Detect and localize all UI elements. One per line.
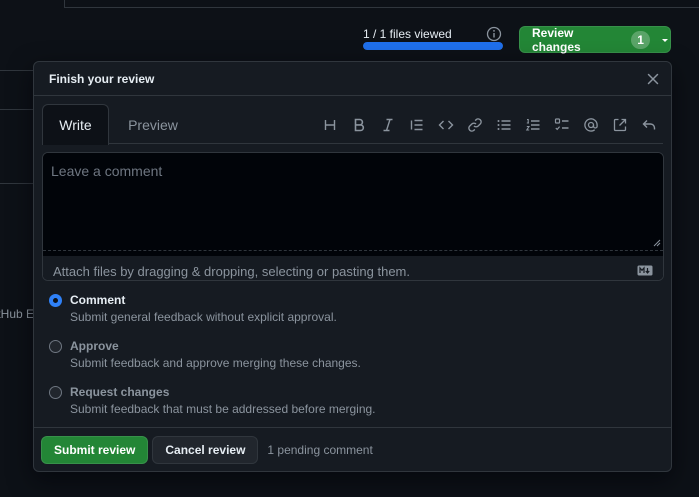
saved-reply-icon[interactable] bbox=[634, 116, 663, 134]
files-viewed-progress-fill bbox=[363, 42, 503, 50]
files-viewed-progress bbox=[363, 42, 503, 50]
option-approve[interactable]: Approve Submit feedback and approve merg… bbox=[49, 338, 376, 384]
option-approve-description: Submit feedback and approve merging thes… bbox=[70, 356, 361, 370]
tab-write[interactable]: Write bbox=[42, 104, 109, 145]
radio-request-changes[interactable] bbox=[49, 386, 62, 399]
option-approve-label: Approve bbox=[70, 339, 119, 353]
bold-icon[interactable] bbox=[344, 116, 373, 134]
comment-editor: Attach files by dragging & dropping, sel… bbox=[42, 152, 664, 281]
resize-grip-icon[interactable] bbox=[653, 239, 661, 247]
code-icon[interactable] bbox=[431, 116, 460, 134]
review-changes-button[interactable]: Review changes 1 bbox=[519, 25, 671, 54]
close-icon[interactable] bbox=[646, 72, 660, 86]
task-list-icon[interactable] bbox=[547, 116, 576, 134]
review-changes-label: Review changes bbox=[532, 25, 581, 54]
files-viewed-text: 1 / 1 files viewed bbox=[363, 27, 452, 41]
cross-reference-icon[interactable] bbox=[605, 116, 634, 134]
dialog-title: Finish your review bbox=[49, 71, 155, 86]
background-fragment-text: GitHub E bbox=[0, 307, 34, 321]
option-comment-description: Submit general feedback without explicit… bbox=[70, 310, 337, 324]
heading-icon[interactable] bbox=[315, 116, 344, 134]
ordered-list-icon[interactable] bbox=[518, 116, 547, 134]
review-type-options: Comment Submit general feedback without … bbox=[49, 292, 376, 430]
background-file-box bbox=[64, 0, 699, 8]
dialog-footer: Submit review Cancel review 1 pending co… bbox=[34, 427, 671, 471]
radio-approve[interactable] bbox=[49, 340, 62, 353]
option-comment[interactable]: Comment Submit general feedback without … bbox=[49, 292, 376, 338]
review-count-badge: 1 bbox=[631, 30, 651, 49]
finish-review-dialog: Finish your review Write Preview Leave a… bbox=[33, 61, 672, 472]
option-request-changes[interactable]: Request changes Submit feedback that mus… bbox=[49, 384, 376, 430]
unordered-list-icon[interactable] bbox=[489, 116, 518, 134]
radio-comment[interactable] bbox=[49, 294, 62, 307]
tab-preview[interactable]: Preview bbox=[128, 104, 178, 145]
submit-review-button[interactable]: Submit review bbox=[41, 435, 149, 464]
info-icon[interactable] bbox=[486, 26, 502, 42]
attach-files-text: Attach files by dragging & dropping, sel… bbox=[53, 263, 410, 279]
mention-icon[interactable] bbox=[576, 116, 605, 134]
italic-icon[interactable] bbox=[373, 116, 402, 134]
pending-comment-count: 1 pending comment bbox=[267, 442, 373, 457]
option-comment-label: Comment bbox=[70, 293, 126, 307]
option-request-changes-label: Request changes bbox=[70, 385, 170, 399]
quote-icon[interactable] bbox=[402, 116, 431, 134]
comment-textarea[interactable] bbox=[43, 153, 663, 251]
editor-tabs: Write Preview bbox=[42, 96, 663, 145]
cancel-review-button[interactable]: Cancel review bbox=[152, 435, 259, 464]
markdown-icon bbox=[637, 265, 653, 276]
option-request-changes-description: Submit feedback that must be addressed b… bbox=[70, 402, 376, 416]
markdown-toolbar bbox=[315, 116, 663, 134]
chevron-down-icon bbox=[662, 38, 669, 42]
dialog-header: Finish your review bbox=[34, 62, 671, 96]
attach-files-bar[interactable]: Attach files by dragging & dropping, sel… bbox=[43, 256, 663, 280]
link-icon[interactable] bbox=[460, 116, 489, 134]
